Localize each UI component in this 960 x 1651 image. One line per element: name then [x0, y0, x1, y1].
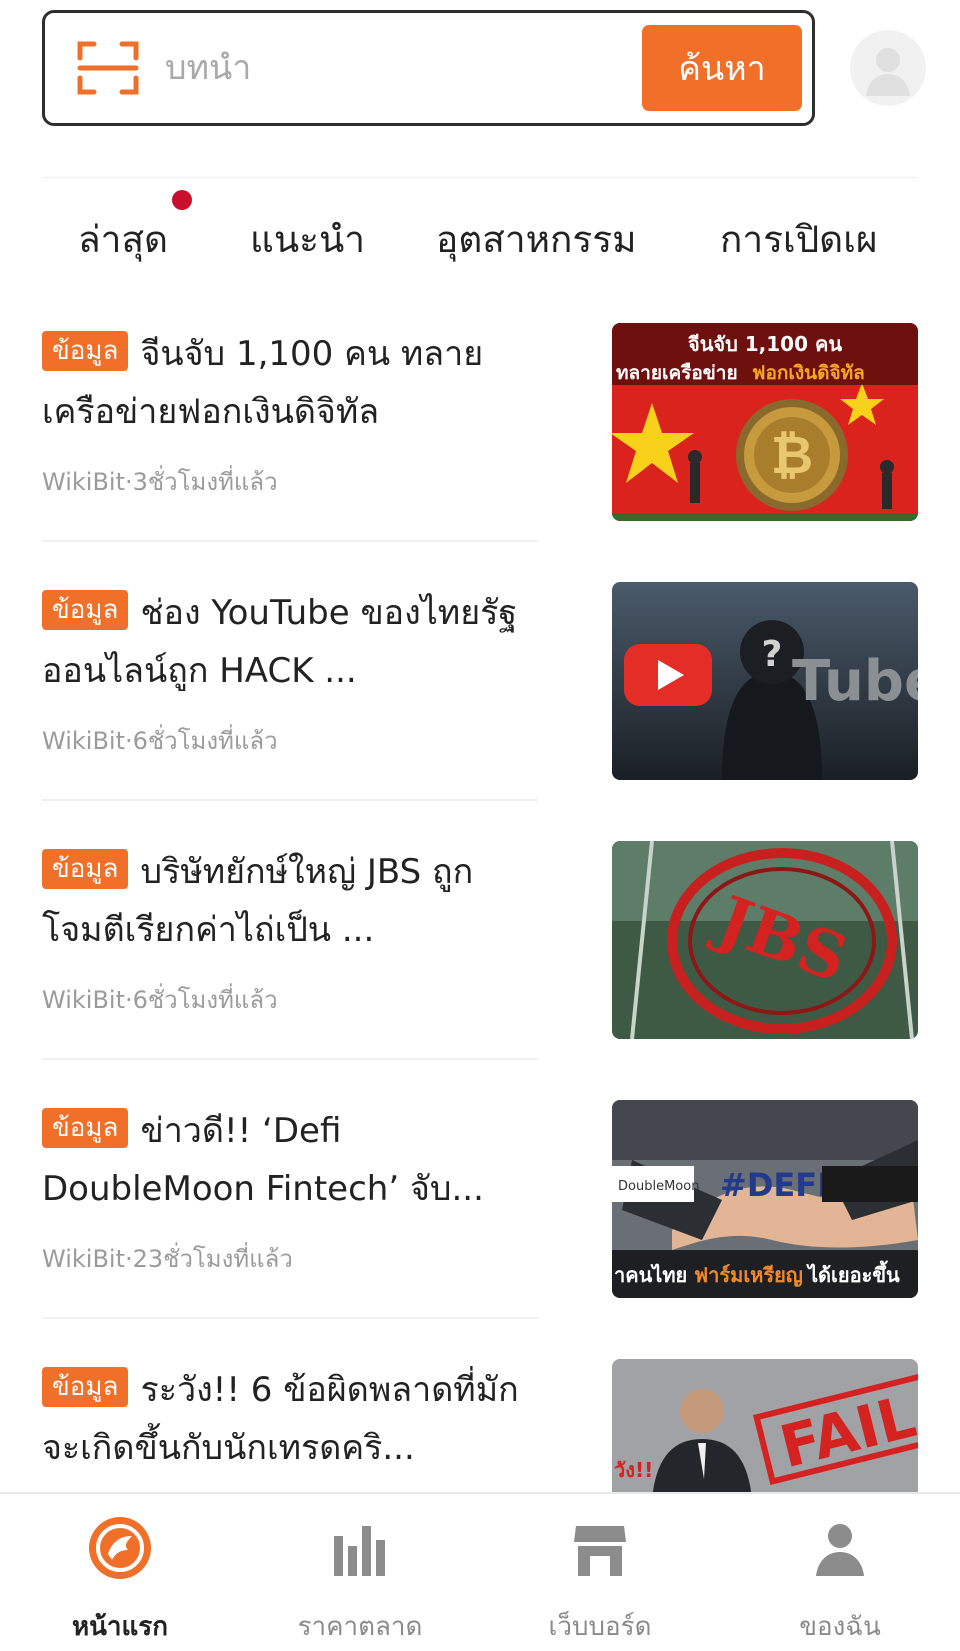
- divider: [42, 1317, 538, 1319]
- thumb-caption-2: ฟาร์มเหรียญ: [694, 1263, 803, 1287]
- search-button[interactable]: ค้นหา: [642, 25, 802, 111]
- bitcoin-icon: ₿: [771, 426, 813, 486]
- thumb-subline: ทลายเครือข่าย: [616, 362, 738, 384]
- tab-recommended[interactable]: แนะนำ: [250, 210, 365, 269]
- tabs-divider: [42, 177, 918, 178]
- article-thumbnail: JBS: [612, 841, 918, 1039]
- thumb-subline-highlight: ฟอกเงินดิจิทัล: [752, 362, 865, 384]
- category-badge: ข้อมูล: [42, 590, 129, 630]
- nav-label: ของฉัน: [799, 1612, 881, 1642]
- article-title: ข้อมูล ช่อง YouTube ของไทยรัฐออนไลน์ถูก H…: [42, 584, 542, 700]
- article-title: ข้อมูล ระวัง!! 6 ข้อผิดพลาดที่มักจะเกิดขึ…: [42, 1361, 542, 1477]
- bar-chart-icon: [334, 1526, 385, 1576]
- search-bar: ค้นหา: [42, 10, 815, 126]
- divider: [42, 540, 538, 542]
- bottom-nav: หน้าแรก ราคาตลาด เว็บบอร์ด ของฉัน: [0, 1492, 960, 1651]
- tab-latest[interactable]: ล่าสุด: [78, 210, 168, 269]
- article-title: ข้อมูล บริษัทยักษ์ใหญ่ JBS ถูกโจมตีเรียกค…: [42, 843, 542, 959]
- news-item[interactable]: ข้อมูล จีนจับ 1,100 คน ทลายเครือข่าย ฟอกเง…: [42, 300, 918, 559]
- scan-frame-icon[interactable]: [77, 40, 139, 96]
- tab-disclosure[interactable]: การเปิดเผ: [720, 210, 878, 269]
- tab-industry[interactable]: อุตสาหกรรม: [436, 210, 637, 269]
- notification-dot: [172, 190, 192, 210]
- category-badge: ข้อมูล: [42, 331, 129, 371]
- nav-label: หน้าแรก: [72, 1612, 168, 1642]
- nav-label: เว็บบอร์ด: [548, 1612, 652, 1642]
- nav-home[interactable]: หน้าแรก: [0, 1494, 240, 1651]
- thumb-caption: วัง!!: [614, 1458, 653, 1482]
- article-thumbnail: FAIL วัง!!: [612, 1359, 918, 1492]
- question-mark-icon: ?: [762, 634, 783, 675]
- category-badge: ข้อมูล: [42, 1367, 129, 1407]
- thumb-logo-text: DoubleMoon: [618, 1179, 699, 1194]
- avatar[interactable]: [850, 30, 926, 106]
- article-thumbnail: DoubleMoon #DEFI าคนไทย ฟาร์มเหรียญ ได้เ…: [612, 1100, 918, 1298]
- news-item[interactable]: ข้อมูล ข่าวดี!! ‘Defi DoubleMoon Fintech’…: [42, 1077, 918, 1336]
- nav-label: ราคาตลาด: [297, 1612, 423, 1642]
- thumb-headline: #DEFI: [720, 1166, 829, 1204]
- default-avatar-icon: [866, 48, 910, 96]
- thumb-headline: จีนจับ 1,100 คน: [688, 332, 843, 356]
- store-icon: [574, 1526, 626, 1576]
- article-title: ข้อมูล จีนจับ 1,100 คน ทลายเครือข่ายฟอกเง…: [42, 325, 542, 441]
- article-thumbnail: ? Tube: [612, 582, 918, 780]
- article-meta: WikiBit·6ชั่วโมงที่แล้ว: [42, 727, 278, 755]
- divider: [42, 799, 538, 801]
- category-badge: ข้อมูล: [42, 849, 129, 889]
- article-title: ข้อมูล ข่าวดี!! ‘Defi DoubleMoon Fintech’…: [42, 1102, 542, 1218]
- nav-market-prices[interactable]: ราคาตลาด: [240, 1494, 480, 1651]
- person-icon: [816, 1524, 864, 1576]
- news-item[interactable]: ข้อมูล ระวัง!! 6 ข้อผิดพลาดที่มักจะเกิดขึ…: [42, 1336, 918, 1492]
- article-meta: WikiBit·6ชั่วโมงที่แล้ว: [42, 986, 278, 1014]
- article-thumbnail: จีนจับ 1,100 คน ทลายเครือข่าย ฟอกเงินดิจ…: [612, 323, 918, 521]
- news-item[interactable]: ข้อมูล ช่อง YouTube ของไทยรัฐออนไลน์ถูก H…: [42, 559, 918, 818]
- thumb-caption-3: ได้เยอะขึ้น: [806, 1260, 900, 1287]
- divider: [42, 1058, 538, 1060]
- article-meta: WikiBit·3ชั่วโมงที่แล้ว: [42, 468, 278, 496]
- search-input[interactable]: [165, 35, 605, 101]
- category-tabs: ล่าสุด แนะนำ อุตสาหกรรม การเปิดเผ: [42, 180, 918, 290]
- nav-webboard[interactable]: เว็บบอร์ด: [480, 1494, 720, 1651]
- thumb-caption-1: าคนไทย: [614, 1263, 687, 1287]
- category-badge: ข้อมูล: [42, 1108, 129, 1148]
- news-item[interactable]: ข้อมูล บริษัทยักษ์ใหญ่ JBS ถูกโจมตีเรียกค…: [42, 818, 918, 1077]
- thumb-headline: Tube: [792, 649, 918, 714]
- article-meta: WikiBit·23ชั่วโมงที่แล้ว: [42, 1245, 293, 1273]
- home-logo-icon: [89, 1517, 151, 1579]
- news-feed: ข้อมูล จีนจับ 1,100 คน ทลายเครือข่าย ฟอกเง…: [0, 300, 960, 1492]
- nav-my-profile[interactable]: ของฉัน: [720, 1494, 960, 1651]
